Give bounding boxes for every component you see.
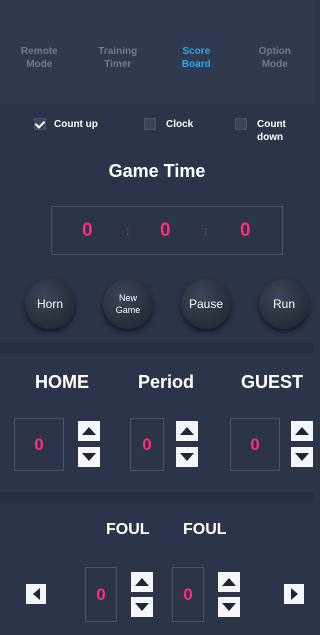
home-increment-button[interactable] (78, 421, 100, 441)
guest-foul-increment-button[interactable] (218, 572, 240, 592)
time-tenths: 0 (240, 220, 251, 241)
guest-score: 0 (230, 418, 280, 471)
foul-right-button[interactable] (284, 584, 304, 604)
triangle-down-icon (222, 603, 236, 611)
tab-score-board[interactable]: Score Board (157, 45, 236, 71)
home-decrement-button[interactable] (78, 447, 100, 467)
time-seconds: 0 (160, 220, 171, 241)
guest-foul-decrement-button[interactable] (218, 597, 240, 617)
period-value: 0 (130, 418, 164, 471)
count-down-label: Count down (257, 119, 286, 143)
triangle-up-icon (180, 427, 194, 435)
home-foul-decrement-button[interactable] (131, 597, 153, 617)
clock-label: Clock (166, 119, 194, 130)
game-time-display: 0 : 0 : 0 (51, 206, 283, 255)
time-minutes: 0 (82, 220, 93, 241)
period-increment-button[interactable] (176, 421, 198, 441)
triangle-up-icon (295, 427, 309, 435)
count-up-checkbox[interactable] (34, 118, 46, 130)
time-colon-1: : (126, 224, 130, 238)
triangle-down-icon (135, 603, 149, 611)
pause-button[interactable]: Pause (181, 279, 231, 329)
tab-option-mode[interactable]: Option Mode (236, 45, 315, 71)
section-divider (0, 343, 314, 353)
timer-mode-row: Count up Clock Count down (0, 118, 314, 143)
home-label: HOME (35, 372, 89, 392)
triangle-up-icon (82, 427, 96, 435)
period-label: Period (138, 372, 195, 392)
guest-foul-label: FOUL (183, 521, 227, 538)
section-divider (0, 492, 314, 502)
tab-training-timer[interactable]: Training Timer (79, 45, 158, 71)
count-down-checkbox[interactable] (235, 118, 247, 130)
home-foul-label: FOUL (106, 521, 150, 538)
triangle-down-icon (295, 453, 309, 461)
horn-button[interactable]: Horn (25, 279, 75, 329)
foul-left-button[interactable] (26, 584, 46, 604)
tab-remote-mode[interactable]: Remote Mode (0, 45, 79, 71)
triangle-up-icon (135, 578, 149, 586)
game-time-title: Game Time (108, 161, 206, 181)
home-score: 0 (14, 418, 64, 471)
triangle-left-icon (32, 588, 40, 600)
triangle-down-icon (82, 453, 96, 461)
guest-foul-value: 0 (172, 567, 204, 622)
mode-tab-bar: Remote Mode Training Timer Score Board O… (0, 0, 314, 104)
triangle-up-icon (222, 578, 236, 586)
time-colon-2: : (204, 224, 208, 238)
run-button[interactable]: Run (259, 279, 309, 329)
guest-decrement-button[interactable] (291, 447, 313, 467)
guest-increment-button[interactable] (291, 421, 313, 441)
triangle-right-icon (290, 588, 298, 600)
guest-label: GUEST (241, 372, 304, 392)
count-up-label: Count up (54, 119, 98, 130)
clock-checkbox[interactable] (144, 118, 156, 130)
period-decrement-button[interactable] (176, 447, 198, 467)
triangle-down-icon (180, 453, 194, 461)
home-foul-value: 0 (85, 567, 117, 622)
new-game-button[interactable]: New Game (103, 279, 153, 329)
home-foul-increment-button[interactable] (131, 572, 153, 592)
